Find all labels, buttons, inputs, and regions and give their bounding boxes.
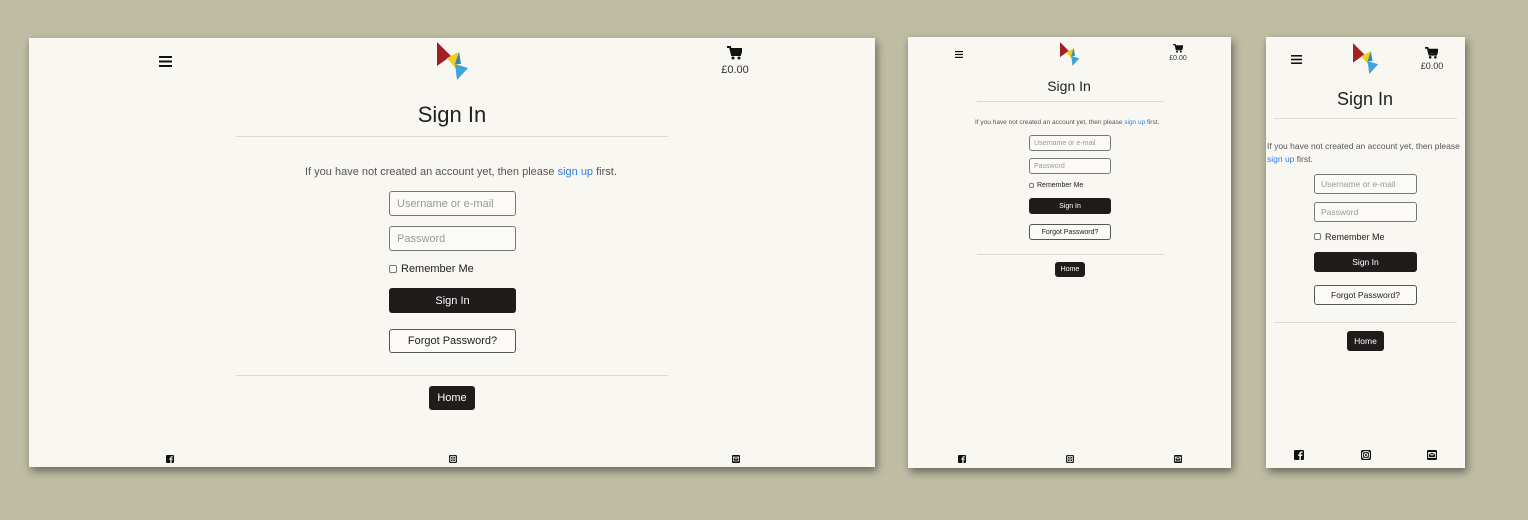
home-button[interactable]: Home <box>1055 262 1085 277</box>
password-field[interactable]: Password <box>1029 158 1111 174</box>
tablet-preview: £0.00 Sign In If you have not created an… <box>908 37 1231 468</box>
divider <box>977 101 1164 102</box>
username-field[interactable]: Username or e-mail <box>1314 174 1417 194</box>
sign-in-button[interactable]: Sign In <box>1029 198 1111 214</box>
signup-prompt: If you have not created an account yet, … <box>305 166 617 178</box>
remember-label: Remember Me <box>1037 182 1084 189</box>
sign-in-button[interactable]: Sign In <box>1314 252 1417 272</box>
remember-checkbox[interactable] <box>389 265 397 273</box>
signup-link[interactable]: sign up <box>1124 119 1145 126</box>
cart-total[interactable]: £0.00 <box>715 64 755 76</box>
page-title: Sign In <box>1336 89 1394 109</box>
username-field[interactable]: Username or e-mail <box>1029 135 1111 151</box>
remember-label: Remember Me <box>1325 232 1385 242</box>
forgot-password-button[interactable]: Forgot Password? <box>1029 224 1111 240</box>
page-title: Sign In <box>417 102 487 127</box>
divider <box>1274 118 1457 119</box>
cart-total[interactable]: £0.00 <box>1164 55 1192 62</box>
username-field[interactable]: Username or e-mail <box>389 191 516 216</box>
signup-link[interactable]: sign up <box>1267 154 1294 164</box>
signup-prompt: If you have not created an account yet, … <box>975 119 1160 126</box>
divider <box>1274 322 1457 323</box>
cart-total[interactable]: £0.00 <box>1414 61 1450 71</box>
remember-checkbox[interactable] <box>1029 183 1034 188</box>
forgot-password-button[interactable]: Forgot Password? <box>1314 285 1417 305</box>
sign-in-button[interactable]: Sign In <box>389 288 516 313</box>
password-field[interactable]: Password <box>1314 202 1417 222</box>
forgot-password-button[interactable]: Forgot Password? <box>389 329 516 353</box>
remember-checkbox[interactable] <box>1314 233 1321 240</box>
password-field[interactable]: Password <box>389 226 516 251</box>
signup-link[interactable]: sign up <box>558 166 593 178</box>
home-button[interactable]: Home <box>429 386 475 410</box>
desktop-preview: £0.00 Sign In If you have not created an… <box>29 38 875 467</box>
divider <box>236 136 668 137</box>
remember-label: Remember Me <box>401 263 474 275</box>
page-title: Sign In <box>1047 78 1091 94</box>
mobile-preview: £0.00 Sign In If you have not created an… <box>1266 37 1465 468</box>
divider <box>236 375 668 376</box>
signup-prompt: If you have not created an account yet, … <box>1267 141 1460 164</box>
home-button[interactable]: Home <box>1347 331 1384 351</box>
divider <box>977 254 1164 255</box>
